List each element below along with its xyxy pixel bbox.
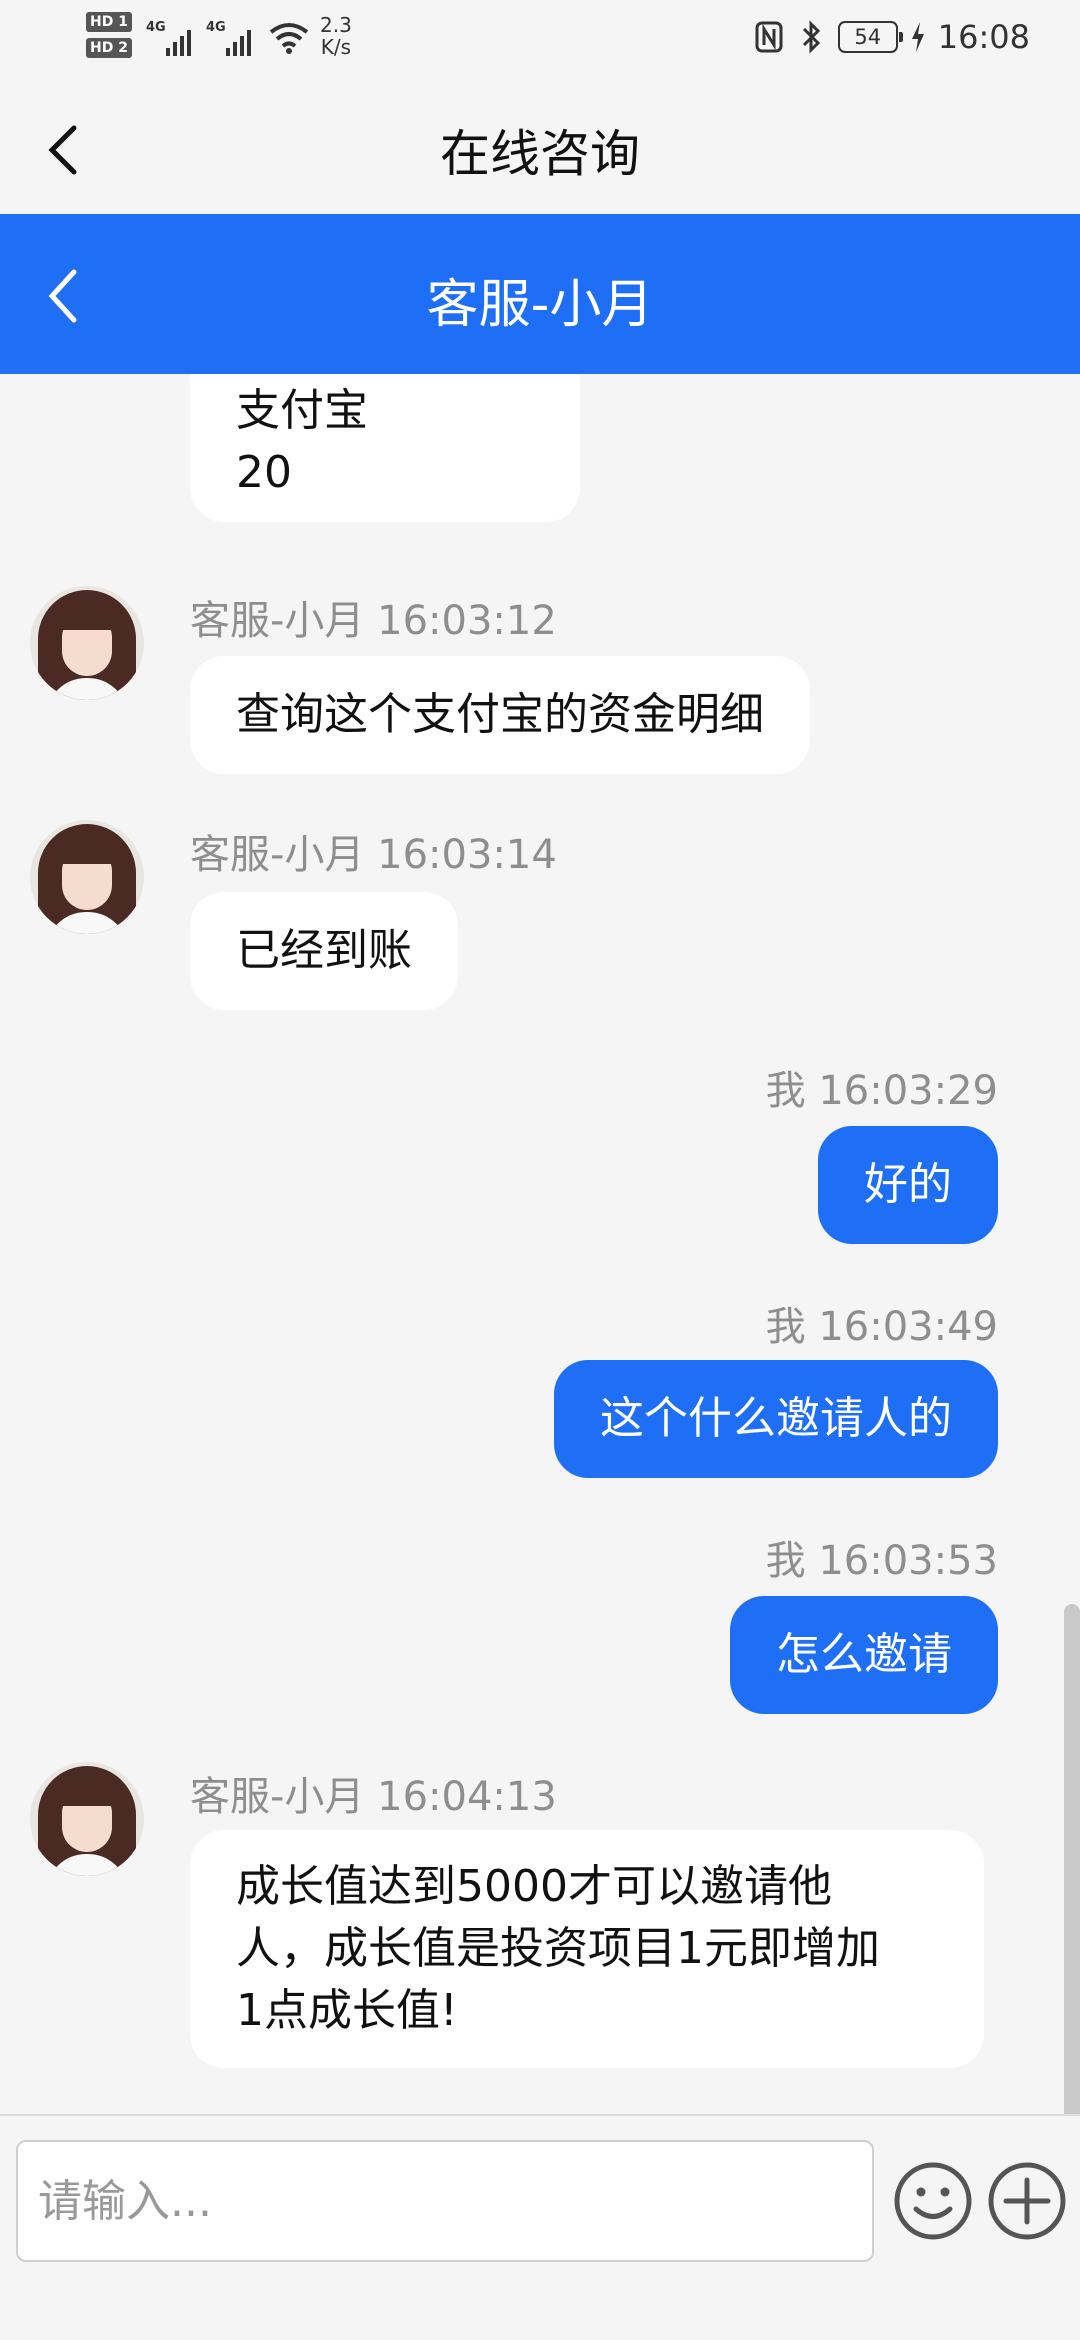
sender-name: 客服-小月: [190, 1774, 365, 1820]
network-type-2: 4G: [206, 20, 226, 35]
message-meta: 我 16:03:29: [766, 1058, 998, 1116]
message-bubble[interactable]: 支付宝 20: [190, 374, 580, 522]
speed-value: 2.3: [320, 13, 352, 37]
chat-title: 客服-小月: [426, 275, 654, 335]
message-meta: 客服-小月 16:03:12: [190, 588, 557, 646]
sim1-label: HD 1: [86, 12, 132, 32]
message-text: 已经到账: [236, 925, 412, 976]
scrollbar-thumb[interactable]: [1064, 1604, 1080, 2114]
sender-name: 我: [765, 1068, 806, 1114]
message-text-line: 20: [236, 447, 292, 498]
nfc-icon: [755, 21, 783, 53]
message-bubble[interactable]: 成长值达到5000才可以邀请他 人，成长值是投资项目1元即增加 1点成长值!: [190, 1830, 984, 2068]
message-text-line: 成长值达到5000才可以邀请他: [236, 1861, 832, 1912]
message-time: 16:03:29: [818, 1068, 998, 1114]
message-time: 16:03:53: [818, 1538, 998, 1584]
agent-avatar[interactable]: [30, 1762, 144, 1876]
message-meta: 我 16:03:49: [766, 1294, 998, 1352]
message-text: 这个什么邀请人的: [600, 1393, 952, 1444]
message-time: 16:04:13: [377, 1774, 557, 1820]
message-meta: 客服-小月 16:03:14: [190, 822, 557, 880]
message-bubble[interactable]: 好的: [818, 1126, 998, 1244]
message-list[interactable]: 支付宝 20 客服-小月 16:03:12 查询这个支付宝的资金明细 客服-小月…: [0, 374, 1080, 2114]
smiley-icon[interactable]: [892, 2160, 974, 2242]
status-time: 16:08: [937, 18, 1030, 56]
sim2-label: HD 2: [86, 38, 132, 58]
message-input[interactable]: [16, 2140, 874, 2262]
message-bubble[interactable]: 已经到账: [190, 892, 458, 1010]
chat-header: 客服-小月: [0, 214, 1080, 374]
battery-level: 54: [854, 25, 882, 49]
message-bubble[interactable]: 查询这个支付宝的资金明细: [190, 656, 810, 774]
page-title: 在线咨询: [440, 125, 640, 183]
message-text: 怎么邀请: [776, 1629, 952, 1680]
message-time: 16:03:49: [818, 1304, 998, 1350]
agent-avatar[interactable]: [30, 586, 144, 700]
message-time: 16:03:12: [377, 598, 557, 644]
message-text: 查询这个支付宝的资金明细: [236, 689, 764, 740]
sender-name: 客服-小月: [190, 832, 365, 878]
plus-icon[interactable]: [986, 2160, 1068, 2242]
message-text: 好的: [864, 1159, 952, 1210]
network-type-1: 4G: [146, 20, 166, 35]
sender-name: 我: [765, 1304, 806, 1350]
bluetooth-icon: [802, 20, 820, 54]
network-speed: 2.3 K/s: [320, 14, 352, 58]
sender-name: 客服-小月: [190, 598, 365, 644]
message-text-line: 人，成长值是投资项目1元即增加: [236, 1923, 880, 1974]
battery-icon: 54: [837, 21, 903, 53]
message-bubble[interactable]: 这个什么邀请人的: [554, 1360, 998, 1478]
sender-name: 我: [765, 1538, 806, 1584]
message-meta: 我 16:03:53: [766, 1528, 998, 1586]
app-header: 在线咨询: [0, 80, 1080, 214]
message-text-line: 1点成长值!: [236, 1985, 458, 2036]
message-time: 16:03:14: [377, 832, 557, 878]
message-text-line: 支付宝: [236, 385, 368, 436]
charging-icon: [911, 22, 924, 52]
message-bubble[interactable]: 怎么邀请: [730, 1596, 998, 1714]
wifi-icon: [269, 23, 309, 54]
agent-avatar[interactable]: [30, 820, 144, 934]
status-bar: HD 1 HD 2 4G 4G 2.3 K/s 54 16:08: [0, 0, 1080, 80]
input-bar: [0, 2114, 1080, 2340]
speed-unit: K/s: [320, 35, 352, 59]
message-meta: 客服-小月 16:04:13: [190, 1764, 557, 1822]
sim-indicators: HD 1 HD 2: [86, 12, 132, 64]
